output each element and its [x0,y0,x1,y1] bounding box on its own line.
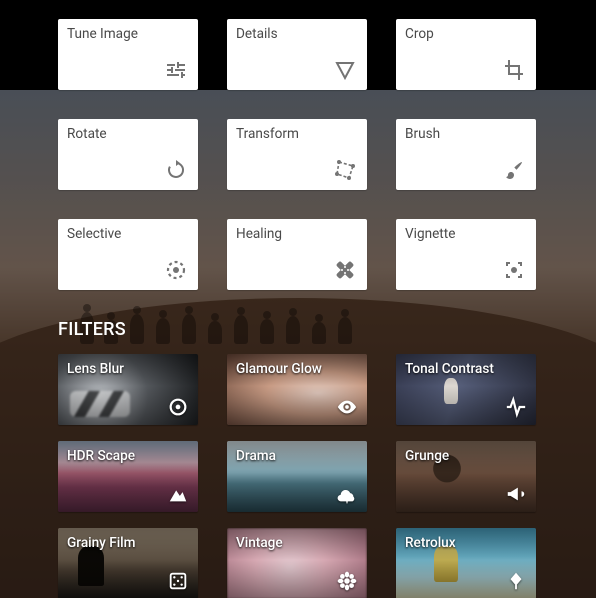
diamond-icon [505,570,527,592]
filter-label: Vintage [236,535,283,551]
filter-drama[interactable]: Drama [227,441,367,512]
mountain-icon [167,483,189,505]
filter-vintage[interactable]: Vintage [227,528,367,598]
filter-retrolux[interactable]: Retrolux [396,528,536,598]
filter-lens-blur[interactable]: Lens Blur [58,354,198,425]
filter-label: Retrolux [405,535,456,551]
filter-tonal-contrast[interactable]: Tonal Contrast [396,354,536,425]
tool-label: Tune Image [67,26,189,42]
filter-label: Lens Blur [67,361,124,377]
tool-label: Transform [236,126,358,142]
filter-label: Tonal Contrast [405,361,494,377]
filter-label: Grainy Film [67,535,135,551]
filters-grid: Lens Blur Glamour Glow Tonal Contrast HD… [0,354,596,598]
megaphone-icon [505,483,527,505]
filters-section-title: FILTERS [0,290,596,354]
tools-grid: Tune Image Details Crop Rotate Transform… [0,0,596,290]
tool-label: Healing [236,226,358,242]
filter-label: Drama [236,448,276,464]
vignette-icon [502,258,526,282]
selective-icon [164,258,188,282]
tool-crop[interactable]: Crop [396,19,536,90]
tune-icon [164,58,188,82]
transform-icon [333,158,357,182]
filter-label: Grunge [405,448,449,464]
tool-vignette[interactable]: Vignette [396,219,536,290]
flower-icon [336,570,358,592]
healing-icon [333,258,357,282]
tool-label: Brush [405,126,527,142]
tool-label: Selective [67,226,189,242]
tool-label: Vignette [405,226,527,242]
tool-label: Details [236,26,358,42]
tool-rotate[interactable]: Rotate [58,119,198,190]
tool-label: Rotate [67,126,189,142]
eye-icon [336,396,358,418]
tool-selective[interactable]: Selective [58,219,198,290]
brush-icon [502,158,526,182]
rotate-icon [164,158,188,182]
details-icon [333,58,357,82]
dice-icon [167,570,189,592]
crop-icon [502,58,526,82]
tool-transform[interactable]: Transform [227,119,367,190]
lensblur-icon [167,396,189,418]
tool-label: Crop [405,26,527,42]
filter-label: Glamour Glow [236,361,322,377]
cloud-icon [336,483,358,505]
filter-grainy-film[interactable]: Grainy Film [58,528,198,598]
tool-tune-image[interactable]: Tune Image [58,19,198,90]
filter-label: HDR Scape [67,448,135,464]
filter-grunge[interactable]: Grunge [396,441,536,512]
tool-details[interactable]: Details [227,19,367,90]
pulse-icon [505,396,527,418]
filter-hdr-scape[interactable]: HDR Scape [58,441,198,512]
tool-brush[interactable]: Brush [396,119,536,190]
tool-healing[interactable]: Healing [227,219,367,290]
filter-glamour-glow[interactable]: Glamour Glow [227,354,367,425]
